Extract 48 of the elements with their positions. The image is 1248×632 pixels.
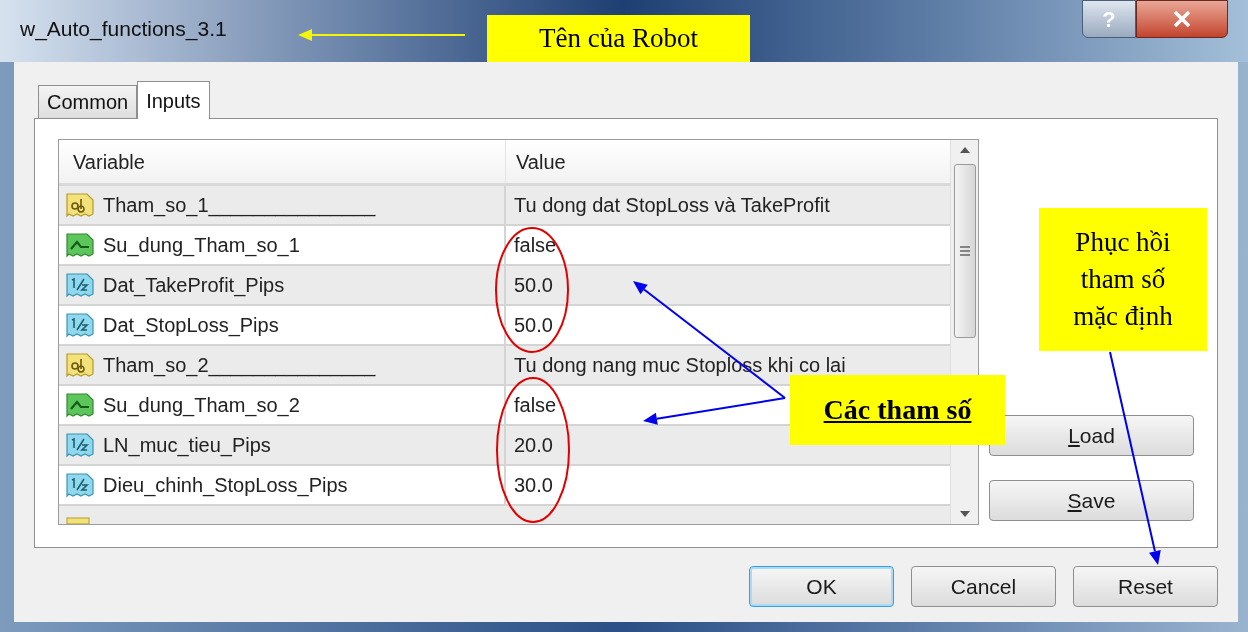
dialog-button[interactable]: Reset (1073, 566, 1218, 607)
variable-value: false (514, 393, 557, 418)
variable-value: 30.0 (514, 473, 553, 498)
grip-icon (958, 246, 971, 256)
table-row[interactable]: Dat_TakeProfit_Pips 50.0 (59, 266, 950, 306)
scroll-up-icon[interactable] (958, 146, 971, 154)
toggle-type-icon (65, 392, 95, 418)
variable-name: Tham_so_1_______________ (103, 193, 376, 219)
table-row[interactable]: Dat_StopLoss_Pips 50.0 (59, 306, 950, 346)
dialog-button[interactable]: Cancel (911, 566, 1056, 607)
close-icon (1172, 10, 1192, 28)
number-type-icon (65, 432, 95, 458)
tab[interactable]: Inputs (137, 81, 210, 119)
variable-name: Dieu_chinh_StopLoss_Pips (103, 473, 348, 499)
text-type-icon (65, 352, 95, 378)
dialog-button[interactable]: Save (989, 480, 1194, 521)
scroll-thumb[interactable] (953, 164, 976, 338)
close-button[interactable] (1136, 0, 1228, 38)
number-type-icon (65, 312, 95, 338)
table-row[interactable]: LN_muc_tieu_Pips 20.0 (59, 426, 950, 466)
column-header[interactable]: Variable (59, 140, 506, 183)
number-type-icon (65, 272, 95, 298)
variable-name: Tham_so_2_______________ (103, 353, 376, 379)
table-row[interactable]: Dieu_chinh_StopLoss_Pips 30.0 (59, 466, 950, 506)
variable-value: 20.0 (514, 433, 553, 458)
dialog-button[interactable]: OK (749, 566, 894, 607)
text-type-icon (65, 192, 95, 218)
window-title: w_Auto_functions_3.1 (20, 18, 227, 39)
variable-value: false (514, 233, 557, 258)
toggle-type-icon (65, 232, 95, 258)
callout-tooltip: Tên của Robot (487, 15, 750, 62)
table-row[interactable]: Su_dung_Tham_so_1 false (59, 226, 950, 266)
variable-name: Dat_TakeProfit_Pips (103, 273, 285, 299)
variable-name: Su_dung_Tham_so_1 (103, 233, 300, 259)
callout-tooltip: Các tham số (790, 375, 1005, 445)
variable-value: 50.0 (514, 273, 553, 298)
scroll-down-icon[interactable] (958, 510, 971, 518)
variable-value: 50.0 (514, 313, 553, 338)
callout-tooltip: Phục hồi tham số mặc định (1039, 208, 1207, 351)
tab[interactable]: Common (38, 85, 138, 118)
variable-name: Dat_StopLoss_Pips (103, 313, 279, 339)
column-header[interactable]: Value (506, 140, 950, 183)
table-row[interactable]: Tham_so_1_______________ Tu dong dat StopLoss và TakeProfit (59, 186, 950, 226)
variable-name: Su_dung_Tham_so_2 (103, 393, 300, 419)
variable-value: Tu dong dat StopLoss và TakeProfit (514, 193, 830, 218)
number-type-icon (65, 472, 95, 498)
dialog-button[interactable]: Load (989, 415, 1194, 456)
variable-name: LN_muc_tieu_Pips (103, 433, 271, 459)
